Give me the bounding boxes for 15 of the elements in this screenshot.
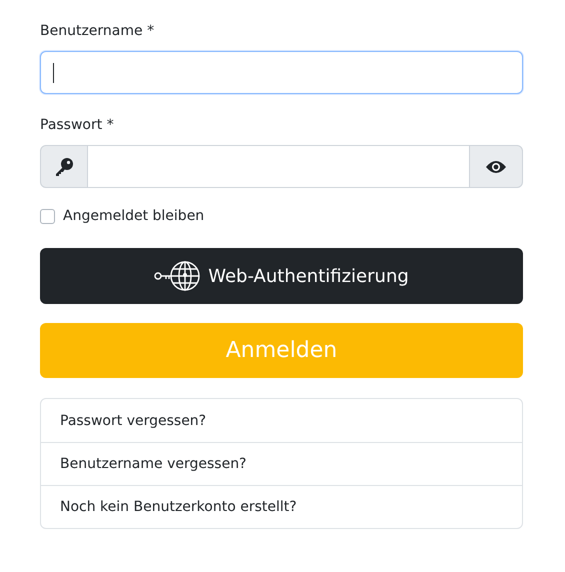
- key-globe-icon: [154, 260, 202, 292]
- list-link[interactable]: Noch kein Benutzerkonto erstellt?: [41, 485, 522, 528]
- text-cursor: [53, 63, 54, 83]
- username-field[interactable]: [40, 51, 523, 94]
- checkbox[interactable]: [40, 208, 55, 224]
- webauthn-button[interactable]: Web-Authentifizierung: [40, 248, 523, 304]
- field-label: Passwort *: [40, 116, 114, 135]
- list-link[interactable]: Benutzername vergessen?: [41, 442, 522, 485]
- field-label: Benutzername *: [40, 22, 154, 41]
- eye-icon: [485, 160, 507, 174]
- checkbox-label: Angemeldet bleiben: [63, 208, 204, 224]
- list-link[interactable]: Passwort vergessen?: [41, 399, 522, 442]
- show-password-button[interactable]: [469, 145, 523, 188]
- key-icon: [54, 156, 74, 176]
- password-field[interactable]: [88, 145, 469, 188]
